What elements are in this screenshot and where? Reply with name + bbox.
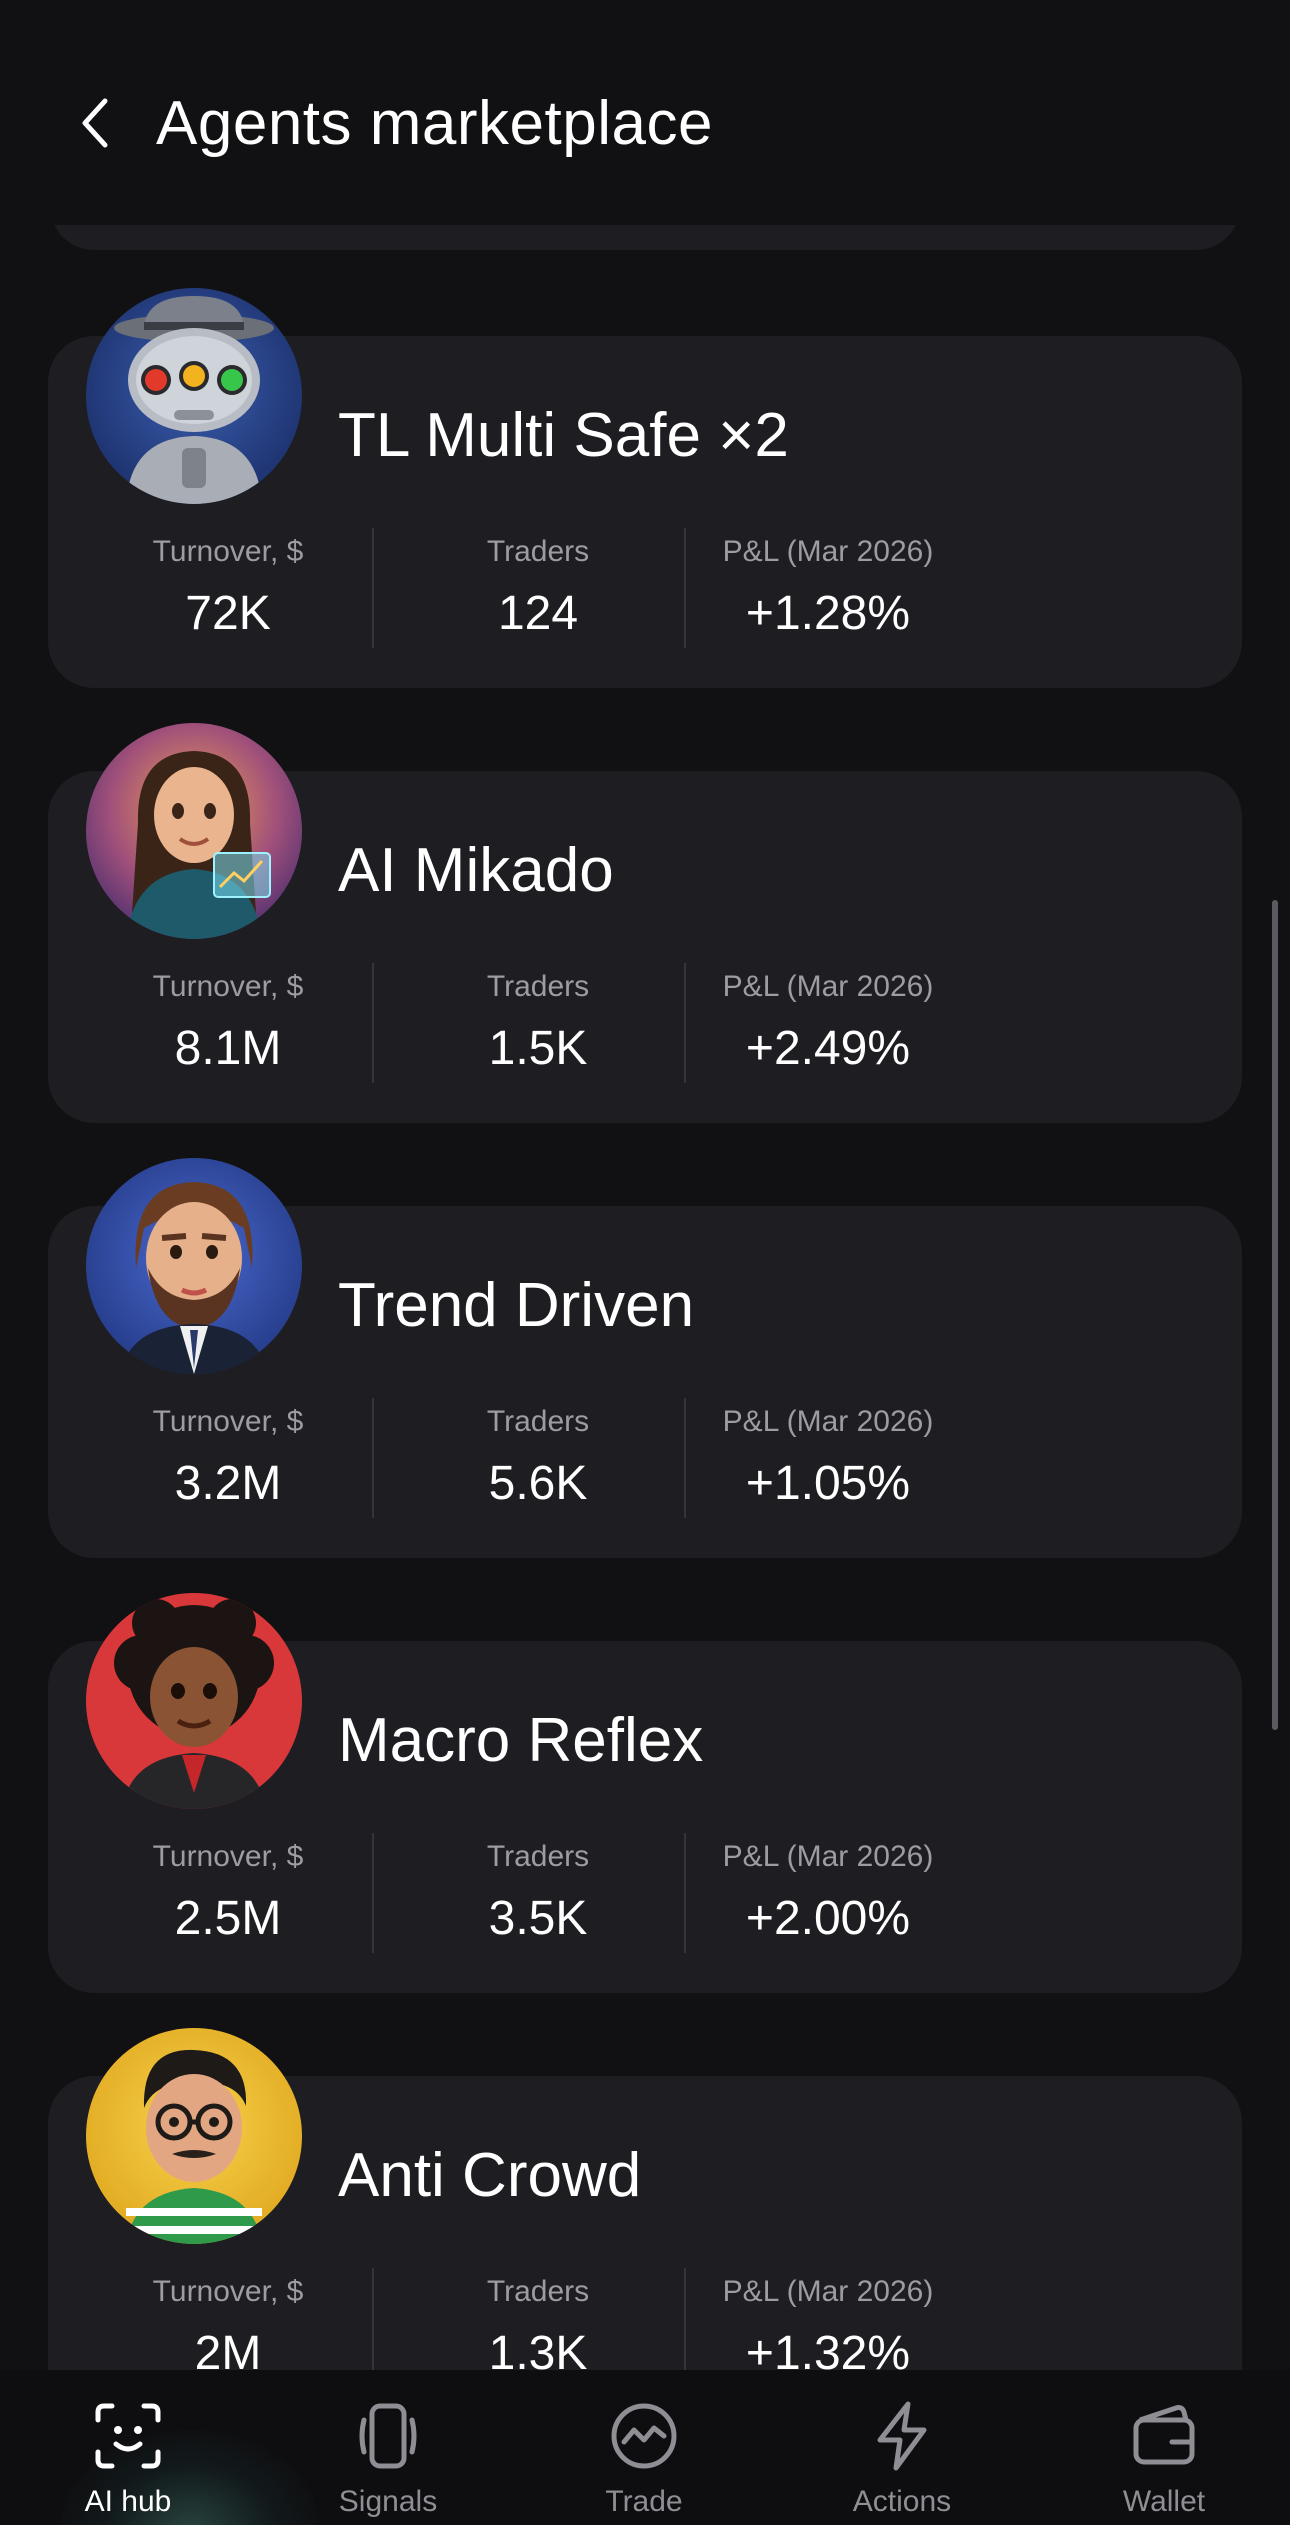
traders-stat: Traders 5.6K [420,1402,656,1514]
traders-stat: Traders 124 [420,532,656,644]
turnover-value: 3.2M [174,1457,282,1510]
tab-wallet[interactable]: Wallet [1054,2398,1274,2518]
pnl-stat: P&L (Mar 2026) +1.32% [708,2272,948,2370]
back-button[interactable] [60,88,130,158]
traders-label: Traders [486,1840,590,1873]
divider [372,963,374,1083]
agent-card[interactable]: TL Multi Safe ×2 Turnover, $ 72K Traders… [48,288,1242,688]
turnover-label: Turnover, $ [152,1840,304,1873]
turnover-label: Turnover, $ [152,1405,304,1438]
tab-label: AI hub [84,2485,172,2518]
agent-name: Macro Reflex [338,1706,704,1775]
turnover-value: 8.1M [174,1022,282,1075]
agent-card[interactable]: Anti Crowd Turnover, $ 2M Traders 1.3K P… [48,2028,1242,2370]
turnover-stat: Turnover, $ 8.1M [118,967,338,1079]
woman-trader-avatar [86,723,302,939]
lightning-icon [877,2401,927,2471]
agent-name: Anti Crowd [338,2141,642,2210]
bearded-man-avatar [86,1158,302,1374]
traders-label: Traders [486,970,590,1003]
traders-stat: Traders 3.5K [420,1837,656,1949]
turnover-stat: Turnover, $ 3.2M [118,1402,338,1514]
tab-trade[interactable]: Trade [534,2398,754,2518]
agent-card[interactable]: AI Mikado Turnover, $ 8.1M Traders 1.5K … [48,723,1242,1123]
glasses-man-avatar [86,2028,302,2244]
turnover-stat: Turnover, $ 72K [118,532,338,644]
tab-label: Actions [852,2485,952,2518]
traders-value: 1.5K [488,1022,588,1075]
divider [684,963,686,1083]
pnl-value: +1.05% [745,1457,911,1510]
agent-card[interactable]: Macro Reflex Turnover, $ 2.5M Traders 3.… [48,1593,1242,1993]
divider [684,1833,686,1953]
turnover-value: 2M [194,2327,262,2370]
scrollbar[interactable] [1272,900,1278,1730]
agents-marketplace-screen: TL Multi Safe ×2 Turnover, $ 72K Traders… [0,0,1290,2525]
agent-card[interactable]: Trend Driven Turnover, $ 3.2M Traders 5.… [48,1158,1242,1558]
agent-name: Trend Driven [338,1271,695,1340]
turnover-stat: Turnover, $ 2.5M [118,1837,338,1949]
tab-actions[interactable]: Actions [792,2398,1012,2518]
traders-stat: Traders 1.3K [420,2272,656,2370]
turnover-value: 2.5M [174,1892,282,1945]
traders-value: 1.3K [488,2327,588,2370]
divider [372,528,374,648]
traders-label: Traders [486,1405,590,1438]
pnl-label: P&L (Mar 2026) [722,1840,934,1873]
tab-ai-hub[interactable]: AI hub [18,2398,238,2518]
tab-signals[interactable]: Signals [278,2398,498,2518]
signals-icon [359,2403,417,2469]
divider [684,2268,686,2370]
pnl-value: +2.00% [745,1892,911,1945]
pnl-stat: P&L (Mar 2026) +1.28% [708,532,948,644]
pnl-value: +2.49% [745,1022,911,1075]
traders-label: Traders [486,2275,590,2308]
agents-list[interactable]: TL Multi Safe ×2 Turnover, $ 72K Traders… [0,0,1290,2370]
header: Agents marketplace [0,0,1290,225]
pnl-stat: P&L (Mar 2026) +2.49% [708,967,948,1079]
page-title: Agents marketplace [156,89,713,158]
divider [372,1833,374,1953]
trade-icon [611,2403,677,2469]
ai-face-icon [95,2403,161,2469]
pnl-label: P&L (Mar 2026) [722,1405,934,1438]
turnover-label: Turnover, $ [152,535,304,568]
chevron-left-icon [82,98,108,148]
bottom-tab-bar: AI hub Signals Trade Actions Wallet [0,2370,1290,2525]
traders-value: 3.5K [488,1892,588,1945]
traders-value: 5.6K [488,1457,588,1510]
pnl-label: P&L (Mar 2026) [722,2275,934,2308]
traders-label: Traders [486,535,590,568]
robot-avatar [86,288,302,504]
agent-name: AI Mikado [338,836,614,905]
divider [372,1398,374,1518]
tab-label: Wallet [1122,2485,1206,2518]
agent-name: TL Multi Safe ×2 [338,401,789,470]
pnl-label: P&L (Mar 2026) [722,970,934,1003]
pnl-label: P&L (Mar 2026) [722,535,934,568]
wallet-icon [1133,2405,1195,2465]
tab-label: Trade [605,2485,683,2518]
traders-value: 124 [497,587,579,640]
traders-stat: Traders 1.5K [420,967,656,1079]
turnover-value: 72K [185,587,271,640]
pnl-stat: P&L (Mar 2026) +2.00% [708,1837,948,1949]
tab-label: Signals [338,2485,438,2518]
turnover-stat: Turnover, $ 2M [118,2272,338,2370]
divider [684,528,686,648]
divider [372,2268,374,2370]
pnl-stat: P&L (Mar 2026) +1.05% [708,1402,948,1514]
pnl-value: +1.28% [745,587,911,640]
turnover-label: Turnover, $ [152,970,304,1003]
curly-hair-woman-avatar [86,1593,302,1809]
pnl-value: +1.32% [745,2327,911,2370]
divider [684,1398,686,1518]
turnover-label: Turnover, $ [152,2275,304,2308]
